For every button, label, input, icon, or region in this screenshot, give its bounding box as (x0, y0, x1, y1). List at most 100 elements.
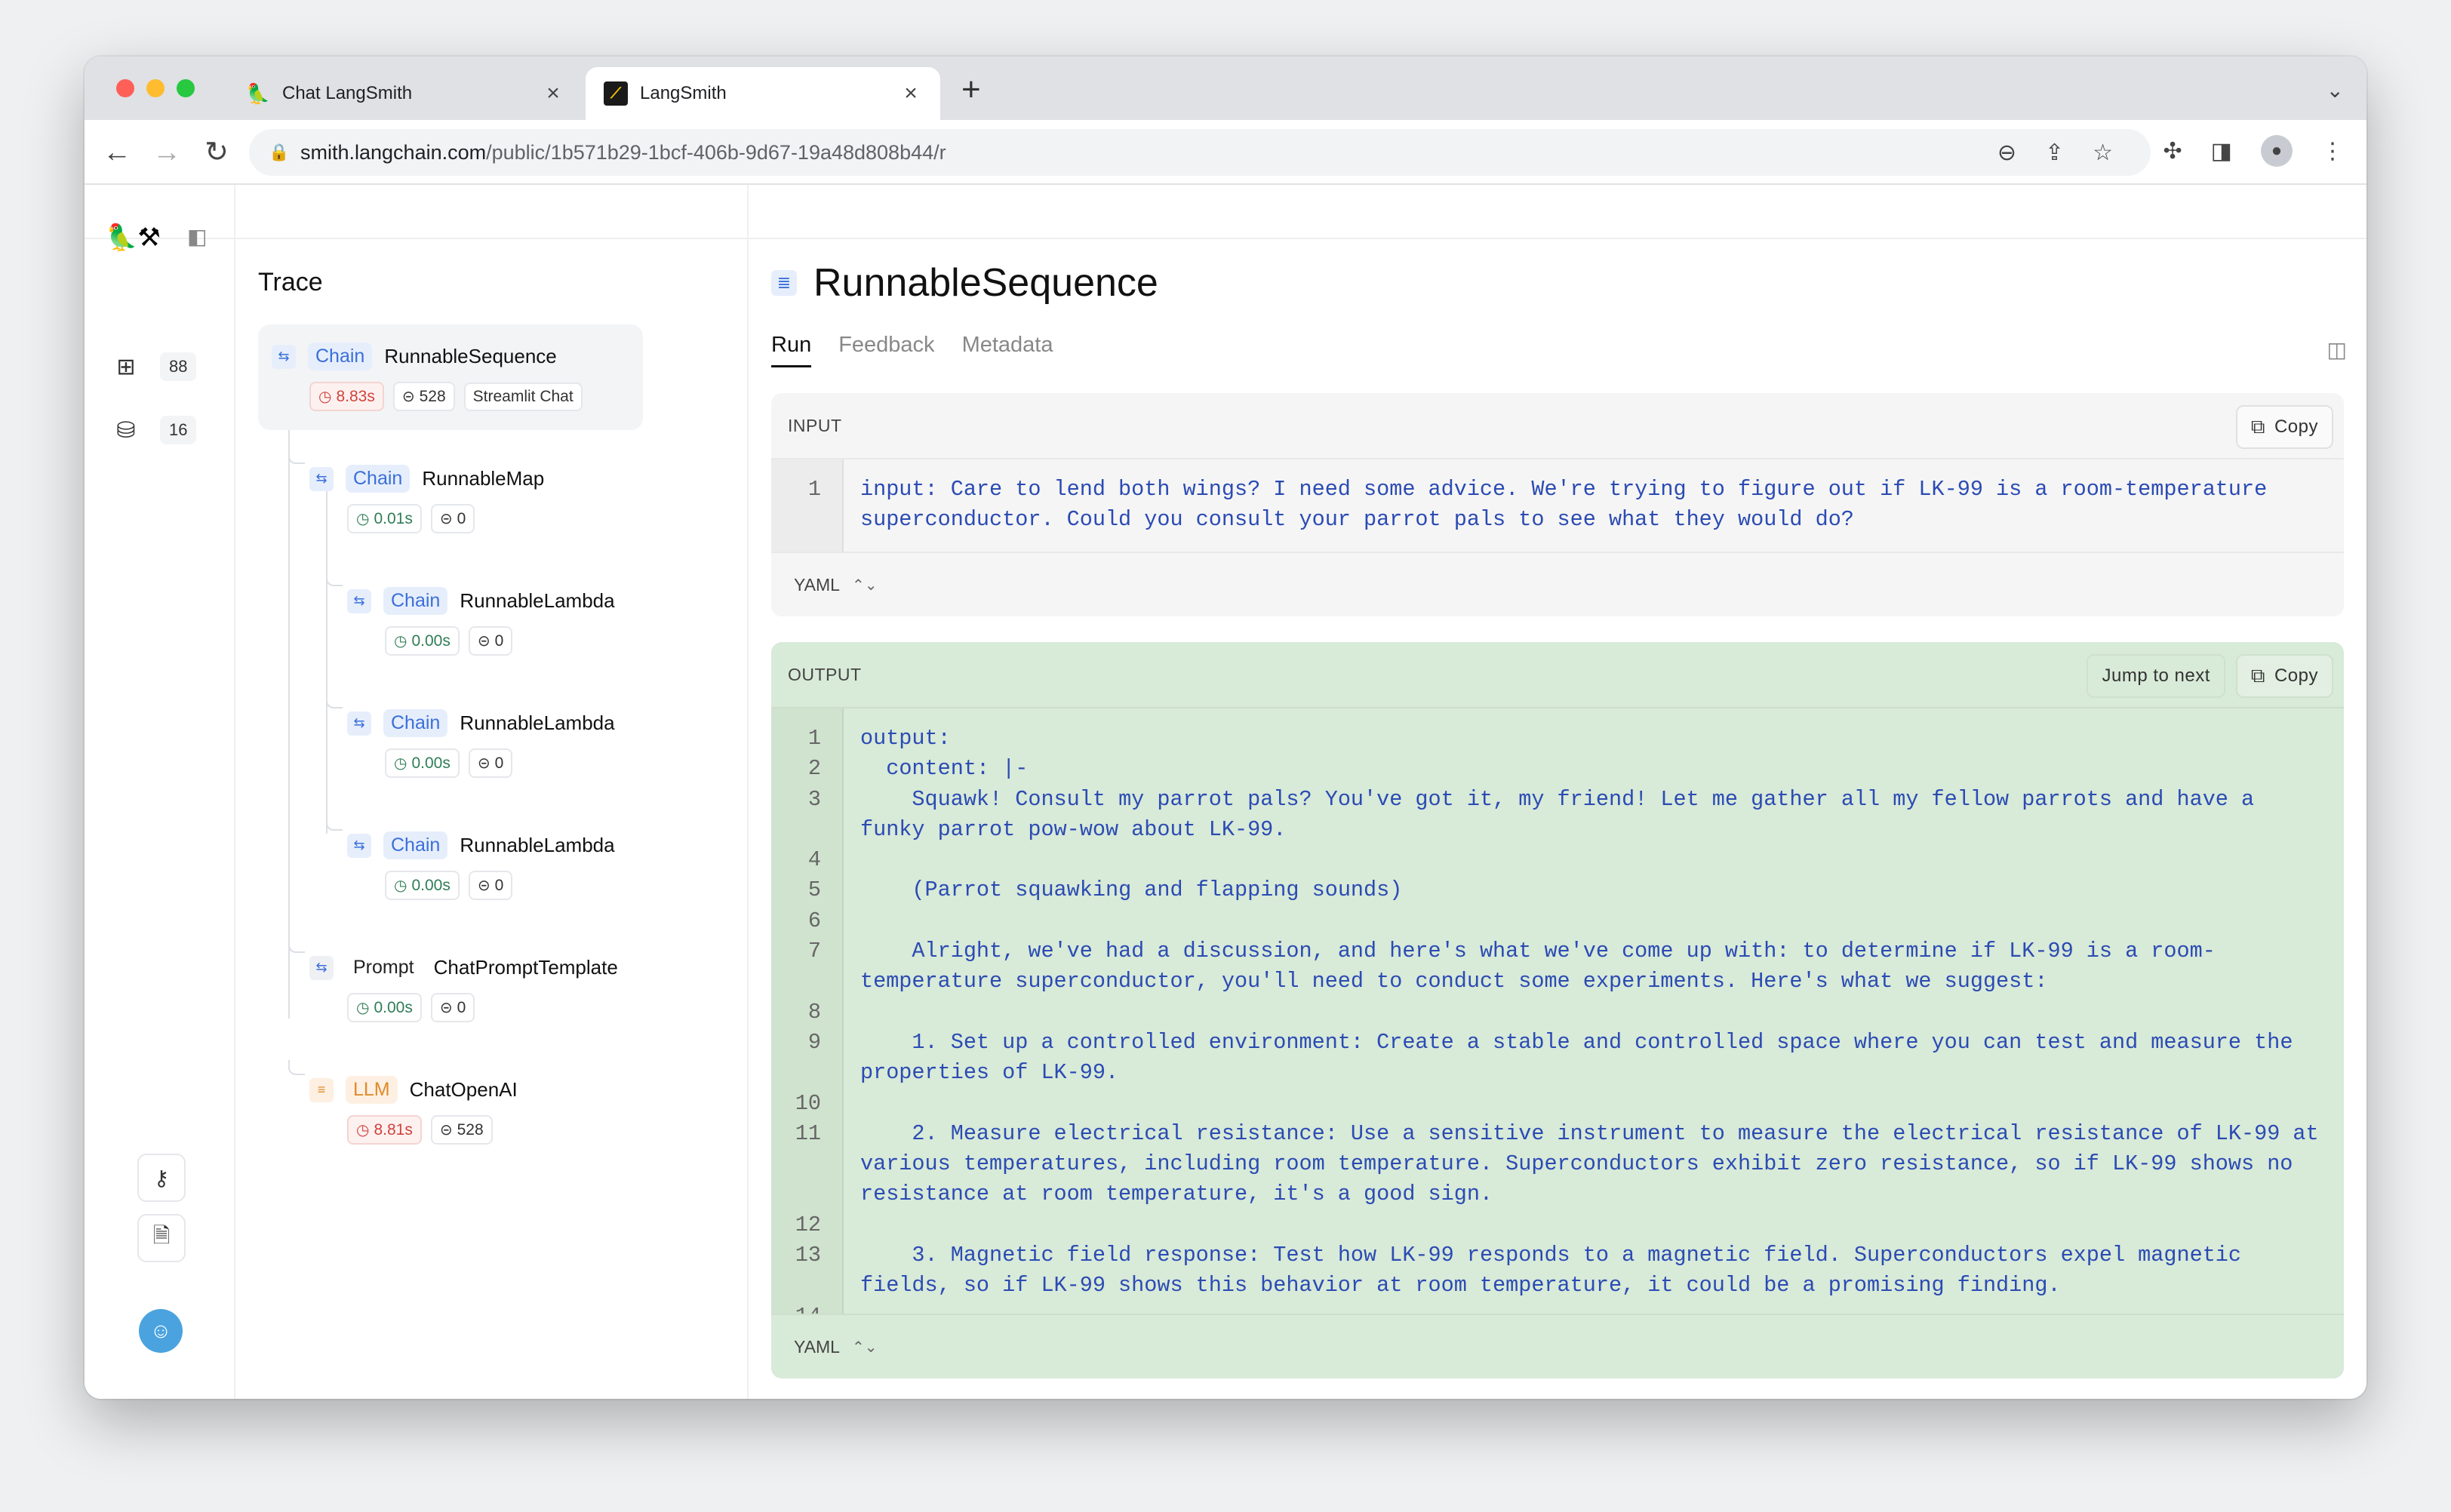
datasets-count: 16 (160, 416, 197, 444)
run-name: ChatOpenAI (409, 1078, 518, 1101)
line-number: 6 (807, 908, 821, 933)
trace-pane: Trace ⇆ Chain RunnableSequence ◷ 8.83s ⊝ 5… (235, 185, 749, 1399)
line-number: 4 (807, 847, 821, 873)
address-bar[interactable]: 🔒 smith.langchain.com/public/1b571b29-1b… (249, 129, 2151, 176)
docs-button[interactable]: 🗎 (137, 1214, 186, 1262)
profile-avatar-icon[interactable]: ● (2261, 135, 2293, 167)
back-arrow-icon[interactable]: ← (100, 135, 134, 170)
bookmark-star-icon[interactable]: ☆ (2093, 140, 2113, 166)
latency-value: 0.00s (411, 632, 451, 650)
clock-icon: ◷ (356, 1122, 370, 1139)
latency-badge: ◷ 0.00s (347, 993, 422, 1022)
api-key-button[interactable]: ⚷ (137, 1154, 186, 1202)
copy-output-button[interactable]: ⧉ Copy (2235, 654, 2333, 698)
line-number: 2 (807, 756, 821, 782)
run-type-badge: Chain (383, 587, 448, 615)
projects-nav[interactable]: ⊞ 88 (115, 352, 197, 381)
token-badge: ⊝ 0 (468, 871, 513, 900)
prompt-icon: ⇆ (309, 955, 334, 980)
input-format-select[interactable]: YAML ⌃⌄ (771, 552, 2344, 616)
code-line: 1 output: (771, 724, 2344, 754)
line-text: Alright, we've had a discussion, and her… (860, 939, 2216, 994)
code-line: 5 (Parrot squawking and flapping sounds) (771, 875, 2344, 905)
output-header: OUTPUT Jump to next ⧉ Copy (771, 642, 2344, 708)
side-panel-toggle-icon[interactable]: ◫ (2327, 337, 2347, 362)
token-icon: ⊝ (477, 877, 491, 894)
line-text: (Parrot squawking and flapping sounds) (860, 877, 1403, 903)
input-code[interactable]: 1 input: Care to lend both wings? I need … (771, 459, 2344, 555)
line-number: 1 (807, 477, 821, 502)
chevron-down-icon[interactable]: ⌄ (2326, 78, 2344, 103)
trace-title: Trace (258, 268, 323, 297)
token-icon: ⊝ (439, 511, 453, 527)
trace-node-runnable-lambda[interactable]: ⇆ Chain RunnableLambda ◷ 0.00s ⊝ 0 (334, 569, 643, 675)
format-label: YAML (794, 574, 840, 595)
tab-feedback[interactable]: Feedback (838, 333, 934, 367)
trace-node-chat-prompt-template[interactable]: ⇆ Prompt ChatPromptTemplate ◷ 0.00s ⊝ 0 (296, 936, 643, 1041)
jump-to-next-button[interactable]: Jump to next (2087, 654, 2225, 698)
forward-arrow-icon[interactable]: → (149, 135, 184, 170)
user-avatar[interactable]: ☺ (139, 1309, 183, 1353)
latency-value: 0.01s (374, 509, 413, 527)
tree-connector (288, 370, 290, 1019)
document-icon: 🗎 (152, 1224, 171, 1247)
collapse-sidebar-icon[interactable]: ◧ (187, 224, 207, 249)
token-value: 0 (457, 509, 466, 527)
trace-node-chat-openai[interactable]: ≡ LLM ChatOpenAI ◷ 8.81s ⊝ 528 (296, 1058, 643, 1163)
run-name: RunnableSequence (384, 345, 557, 367)
trace-node-runnable-sequence[interactable]: ⇆ Chain RunnableSequence ◷ 8.83s ⊝ 528 Str… (258, 324, 643, 430)
llm-icon: ≡ (309, 1077, 334, 1102)
trace-node-runnable-lambda[interactable]: ⇆ Chain RunnableLambda ◷ 0.00s ⊝ 0 (334, 813, 643, 919)
langsmith-logo[interactable]: 🦜⚒ (106, 223, 161, 253)
browser-tab-chat-langsmith[interactable]: 🦜 Chat LangSmith × (228, 67, 583, 120)
input-header: INPUT ⧉ Copy (771, 393, 2344, 459)
code-line: 1 input: Care to lend both wings? I need … (771, 475, 2344, 535)
copy-input-button[interactable]: ⧉ Copy (2235, 405, 2333, 449)
more-menu-icon[interactable]: ⋮ (2321, 138, 2344, 164)
datasets-nav[interactable]: ⛁ 16 (115, 416, 197, 444)
new-tab-button[interactable]: + (961, 73, 981, 106)
tab-run[interactable]: Run (771, 333, 812, 367)
browser-tab-langsmith[interactable]: ⟋ LangSmith × (586, 67, 940, 120)
clock-icon: ◷ (356, 511, 370, 527)
latency-value: 8.83s (336, 387, 375, 405)
close-tab-icon[interactable]: × (900, 81, 922, 106)
line-number: 11 (795, 1120, 821, 1146)
code-line: 7 Alright, we've had a discussion, and h… (771, 936, 2344, 997)
run-type-badge: Chain (383, 831, 448, 859)
extensions-puzzle-icon[interactable]: ✣ (2163, 138, 2182, 164)
output-format-select[interactable]: YAML ⌃⌄ (771, 1314, 2344, 1378)
code-line: 4 (771, 845, 2344, 875)
browser-window: 🦜 Chat LangSmith × ⟋ LangSmith × + ⌄ ← →… (85, 57, 2366, 1399)
latency-badge: ◷ 8.83s (309, 382, 384, 411)
projects-count: 88 (160, 352, 197, 381)
close-tab-icon[interactable]: × (542, 81, 564, 106)
line-number: 3 (807, 786, 821, 812)
latency-value: 8.81s (374, 1120, 413, 1139)
copy-icon: ⧉ (2250, 664, 2265, 687)
line-text: content: |- (860, 756, 1029, 782)
tab-metadata[interactable]: Metadata (962, 333, 1053, 367)
minimize-window-button[interactable] (146, 79, 165, 97)
token-badge: ⊝ 0 (430, 993, 475, 1022)
output-label: OUTPUT (788, 664, 862, 684)
line-text: Squawk! Consult my parrot pals? You've g… (860, 786, 2268, 842)
clock-icon: ◷ (318, 389, 332, 405)
zoom-window-button[interactable] (177, 79, 195, 97)
line-number: 1 (807, 726, 821, 751)
run-name: RunnableMap (422, 467, 545, 490)
side-panel-icon[interactable]: ◨ (2211, 138, 2232, 164)
code-line: 8 (771, 997, 2344, 1028)
trace-node-runnable-map[interactable]: ⇆ Chain RunnableMap ◷ 0.01s ⊝ 0 (296, 447, 643, 552)
trace-node-runnable-lambda[interactable]: ⇆ Chain RunnableLambda ◷ 0.00s ⊝ 0 (334, 691, 643, 797)
run-header: ≣ RunnableSequence (771, 260, 1158, 306)
token-value: 0 (457, 998, 466, 1016)
zoom-icon[interactable]: ⊖ (1997, 140, 2016, 166)
url-host: smith.langchain.com (300, 140, 487, 164)
close-window-button[interactable] (116, 79, 134, 97)
copy-label: Copy (2274, 665, 2318, 686)
output-code[interactable]: 1 output: 2 content: |- 3 Squawk! Consult m… (771, 708, 2344, 1315)
share-icon[interactable]: ⇪ (2045, 140, 2064, 166)
reload-icon[interactable]: ↻ (199, 135, 234, 170)
line-number: 7 (807, 939, 821, 964)
